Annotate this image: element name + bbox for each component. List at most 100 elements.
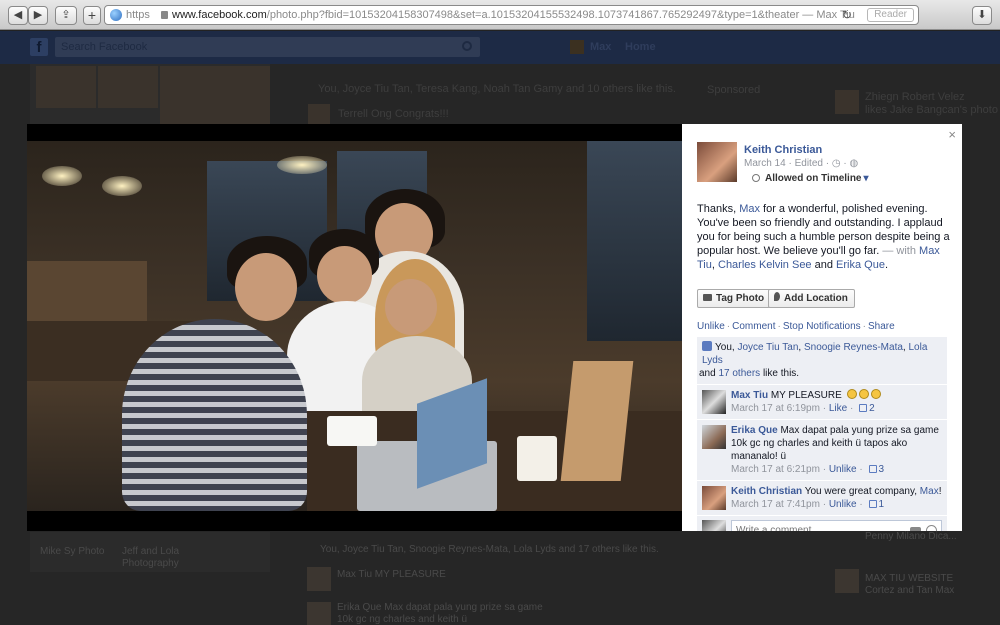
new-tab-button[interactable]: + bbox=[83, 6, 101, 25]
comment-body: Max Tiu MY PLEASURE bbox=[731, 389, 942, 402]
close-icon[interactable]: × bbox=[948, 127, 956, 142]
background-thumbnail bbox=[160, 66, 270, 124]
commenter-avatar[interactable] bbox=[702, 390, 726, 414]
commenter-avatar[interactable] bbox=[702, 425, 726, 449]
background-photo-grid bbox=[30, 64, 270, 126]
comment-like-link[interactable]: Unlike bbox=[829, 464, 857, 475]
nav-user-name[interactable]: Max bbox=[590, 41, 611, 53]
timeline-label: Allowed on Timeline bbox=[765, 173, 862, 184]
downloads-button[interactable]: ⬇ bbox=[972, 6, 992, 25]
back-button[interactable]: ◀ bbox=[8, 6, 28, 25]
background-avatar bbox=[308, 104, 330, 124]
nav-home[interactable]: Home bbox=[625, 41, 656, 53]
caption-text: Thanks, bbox=[697, 203, 740, 215]
left-label: Mike Sy Photo bbox=[40, 546, 105, 557]
chevron-down-icon[interactable]: ▾ bbox=[864, 173, 869, 184]
photo-cup bbox=[517, 436, 557, 481]
forward-button[interactable]: ▶ bbox=[28, 6, 48, 25]
search-input[interactable]: Search Facebook bbox=[55, 37, 480, 57]
photo-face bbox=[317, 246, 372, 304]
comment-like-link[interactable]: Unlike bbox=[829, 499, 857, 510]
author-avatar[interactable] bbox=[697, 142, 737, 182]
reader-button[interactable]: Reader bbox=[867, 8, 914, 22]
photo-bag bbox=[560, 361, 634, 481]
photo[interactable] bbox=[27, 141, 682, 511]
comment-item: Max Tiu MY PLEASURE March 17 at 6:19pm ·… bbox=[697, 385, 947, 420]
comment-like-link[interactable]: Like bbox=[829, 403, 847, 414]
background-comment: 10k gc ng charles and keith ü bbox=[337, 614, 468, 625]
comments-panel: You, Joyce Tiu Tan, Snoogie Reynes-Mata,… bbox=[697, 337, 947, 531]
unlike-link[interactable]: Unlike bbox=[697, 321, 725, 332]
url-domain: www.facebook.com bbox=[172, 9, 267, 21]
comment-item: Keith Christian You were great company, … bbox=[697, 481, 947, 516]
comment-like-count[interactable]: 1 bbox=[879, 499, 885, 510]
tag-icon bbox=[703, 294, 712, 301]
share-link[interactable]: Share bbox=[868, 321, 895, 332]
photo-person bbox=[122, 319, 307, 511]
commenter-name[interactable]: Keith Christian bbox=[731, 486, 802, 497]
photo-lamp bbox=[102, 176, 142, 196]
others-link[interactable]: 17 others bbox=[718, 368, 760, 379]
comment-time[interactable]: March 17 at 6:21pm bbox=[731, 464, 820, 475]
camera-icon[interactable] bbox=[910, 527, 921, 531]
right-label: MAX TIU WEBSITE bbox=[865, 573, 954, 584]
tagged-person-link[interactable]: Erika Que bbox=[836, 259, 885, 271]
photo-theater: × Keith Christian March 14 · Edited · ◷ … bbox=[27, 124, 962, 531]
comment-link[interactable]: Comment bbox=[732, 321, 775, 332]
comment-like-count[interactable]: 3 bbox=[879, 464, 885, 475]
caption-and: and bbox=[811, 259, 837, 271]
tag-photo-button[interactable]: Tag Photo bbox=[697, 289, 772, 308]
timeline-visibility[interactable]: Allowed on Timeline ▾ bbox=[752, 173, 869, 184]
comment-item: Erika Que Max dapat pala yung prize sa g… bbox=[697, 420, 947, 481]
facebook-logo-icon[interactable]: f bbox=[30, 38, 48, 56]
photo-lamp bbox=[277, 156, 327, 174]
caption-link-max[interactable]: Max bbox=[739, 203, 760, 215]
share-button[interactable]: ⇪ bbox=[55, 6, 77, 25]
photo-lamp bbox=[42, 166, 82, 186]
comment-text: You were great company, bbox=[802, 486, 920, 497]
emoji-icon[interactable] bbox=[926, 525, 937, 531]
background-avatar bbox=[307, 602, 331, 625]
liker-link[interactable]: Joyce Tiu Tan bbox=[737, 342, 798, 353]
reload-icon[interactable]: ↻ bbox=[842, 6, 852, 24]
comment-time[interactable]: March 17 at 6:19pm bbox=[731, 403, 820, 414]
edited-label[interactable]: Edited bbox=[795, 158, 823, 169]
background-likes-line: You, Joyce Tiu Tan, Snoogie Reynes-Mata,… bbox=[320, 544, 659, 555]
clock-icon: ◷ bbox=[831, 158, 841, 169]
left-label: Jeff and Lola Photography bbox=[122, 546, 180, 569]
background-likes-line: You, Joyce Tiu Tan, Teresa Kang, Noah Ta… bbox=[318, 83, 676, 95]
post-date[interactable]: March 14 bbox=[744, 158, 786, 169]
photo-face bbox=[385, 279, 437, 335]
likes-summary: You, Joyce Tiu Tan, Snoogie Reynes-Mata,… bbox=[697, 337, 947, 385]
globe-privacy-icon[interactable]: ◍ bbox=[850, 158, 859, 169]
comment-body: Erika Que Max dapat pala yung prize sa g… bbox=[731, 424, 942, 463]
likes-and: and bbox=[699, 368, 719, 379]
browser-toolbar: ◀ ▶ ⇪ + https www.facebook.com/photo.php… bbox=[0, 0, 1000, 30]
commenter-name[interactable]: Max Tiu bbox=[731, 390, 768, 401]
author-name[interactable]: Keith Christian bbox=[744, 144, 822, 156]
tagged-person-link[interactable]: Charles Kelvin See bbox=[718, 259, 812, 271]
commenter-avatar[interactable] bbox=[702, 486, 726, 510]
caption-end: . bbox=[884, 259, 889, 271]
comment-mention-link[interactable]: Max bbox=[920, 486, 939, 497]
commenter-name[interactable]: Erika Que bbox=[731, 425, 778, 436]
background-avatar bbox=[835, 569, 859, 593]
comment-time[interactable]: March 17 at 7:41pm bbox=[731, 499, 820, 510]
facebook-header: f Search Facebook Max Home bbox=[0, 31, 1000, 64]
photo-caption: Thanks, Max for a wonderful, polished ev… bbox=[697, 202, 952, 272]
avatar[interactable] bbox=[570, 40, 584, 54]
comment-like-count[interactable]: 2 bbox=[869, 403, 875, 414]
stop-notifications-link[interactable]: Stop Notifications bbox=[783, 321, 861, 332]
smile-emoji-icon bbox=[846, 389, 857, 399]
url-text: www.facebook.com/photo.php?fbid=10153204… bbox=[172, 6, 855, 24]
write-comment-row bbox=[697, 516, 947, 531]
liker-link[interactable]: Snoogie Reynes-Mata bbox=[804, 342, 903, 353]
photo-window bbox=[587, 141, 682, 341]
background-thumbnail bbox=[36, 66, 96, 108]
address-bar[interactable]: https www.facebook.com/photo.php?fbid=10… bbox=[104, 5, 919, 25]
background-comment: Max Tiu MY PLEASURE bbox=[337, 569, 446, 580]
add-location-button[interactable]: Add Location bbox=[768, 289, 855, 308]
meta-separator: · bbox=[788, 158, 792, 169]
search-icon[interactable] bbox=[462, 41, 472, 51]
post-actions: Unlike · Comment · Stop Notifications · Share bbox=[697, 321, 895, 332]
